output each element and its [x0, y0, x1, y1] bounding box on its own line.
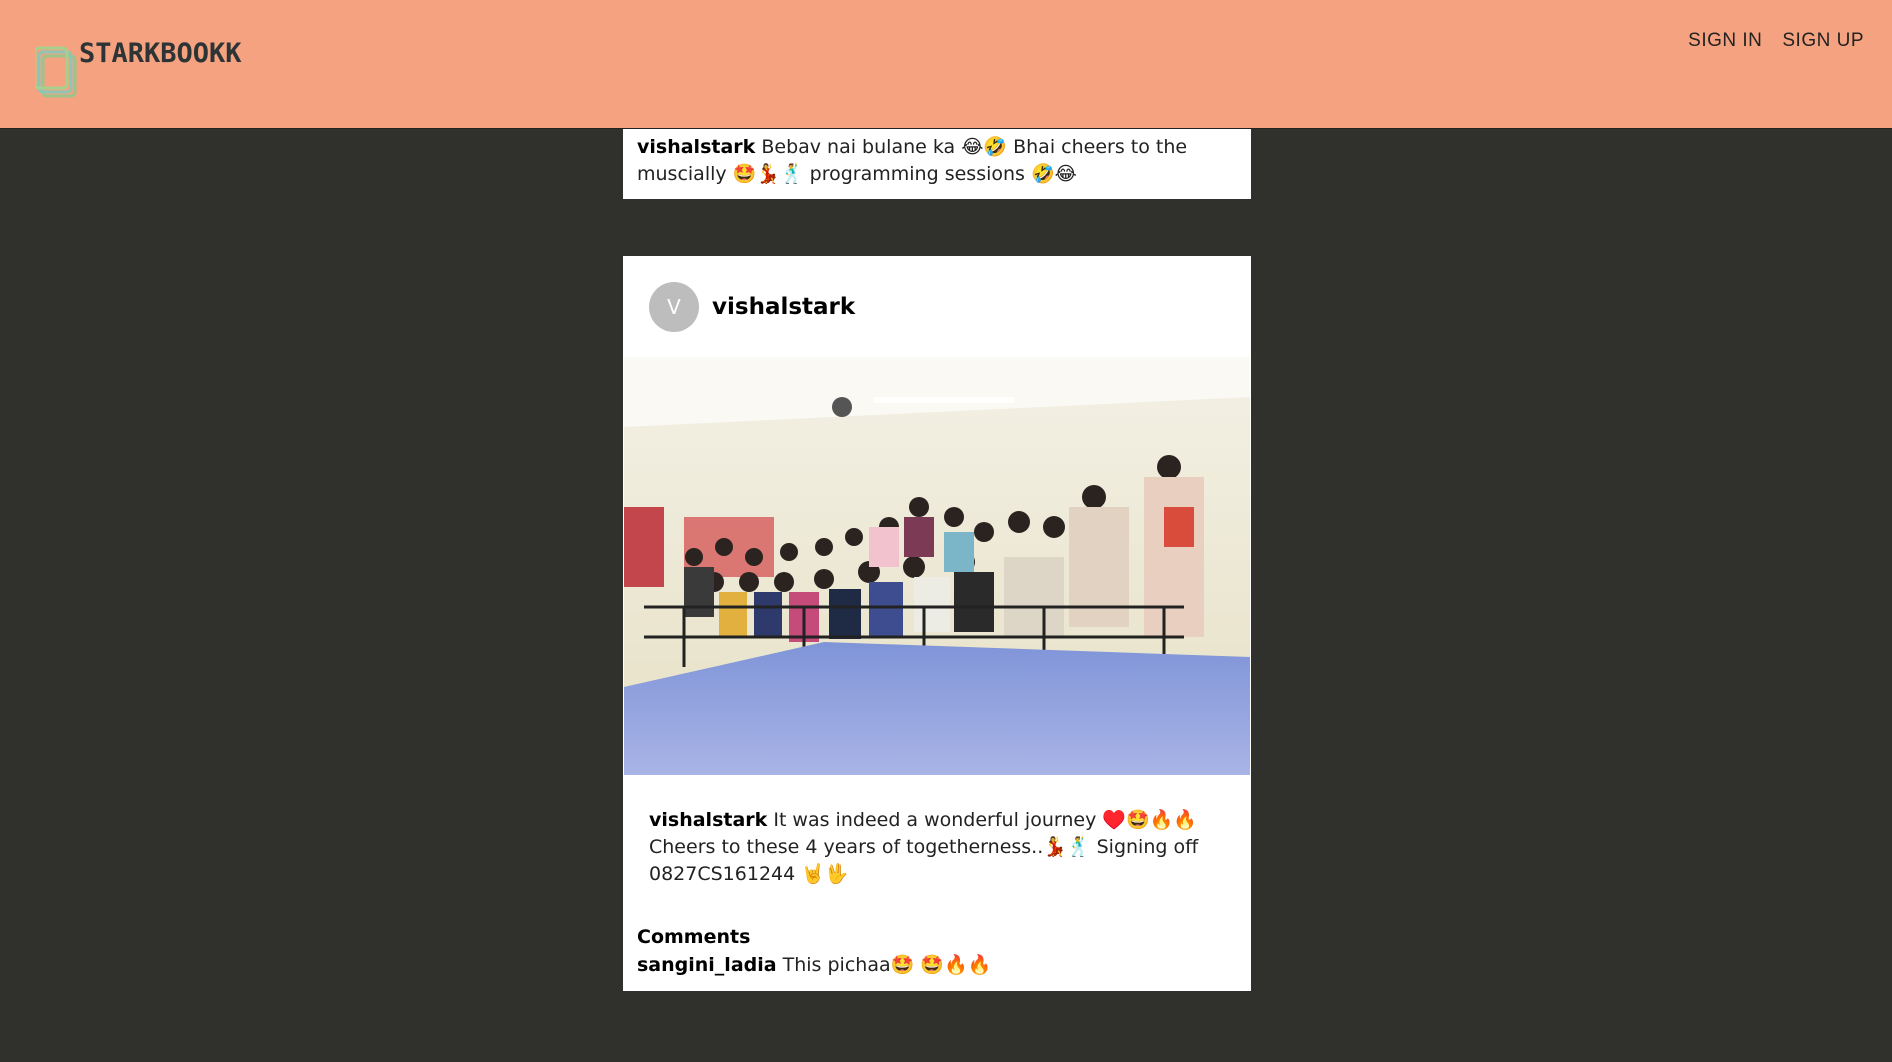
post-card: vishalstark Bebav nai bulane ka 😂🤣 Bhai … — [623, 128, 1251, 199]
logo[interactable]: STARKBOOKK — [35, 38, 275, 100]
logo-text: STARKBOOKK — [79, 38, 242, 69]
post-caption: vishalstark Bebav nai bulane ka 😂🤣 Bhai … — [637, 134, 1237, 188]
group-photo-icon — [624, 357, 1250, 775]
comments-heading: Comments — [637, 926, 751, 948]
app-header: STARKBOOKK SIGN IN SIGN UP — [0, 0, 1892, 129]
comment-item: sangini_ladia This pichaa🤩 🤩🔥🔥 — [637, 953, 991, 976]
sign-up-link[interactable]: SIGN UP — [1782, 30, 1864, 52]
post-username[interactable]: vishalstark — [712, 294, 855, 320]
book-stack-icon — [35, 46, 77, 98]
top-nav: SIGN IN SIGN UP — [1688, 30, 1864, 52]
comment-username[interactable]: sangini_ladia — [637, 954, 777, 976]
post-header: V vishalstark — [649, 282, 855, 332]
post-caption: vishalstark It was indeed a wonderful jo… — [649, 807, 1229, 888]
sign-in-link[interactable]: SIGN IN — [1688, 30, 1762, 52]
caption-username[interactable]: vishalstark — [637, 136, 755, 158]
post-image[interactable] — [624, 357, 1250, 775]
post-card: V vishalstark vishalstark It was indeed … — [623, 256, 1251, 991]
avatar[interactable]: V — [649, 282, 699, 332]
caption-username[interactable]: vishalstark — [649, 809, 767, 831]
comment-text: This pichaa🤩 🤩🔥🔥 — [782, 954, 992, 976]
